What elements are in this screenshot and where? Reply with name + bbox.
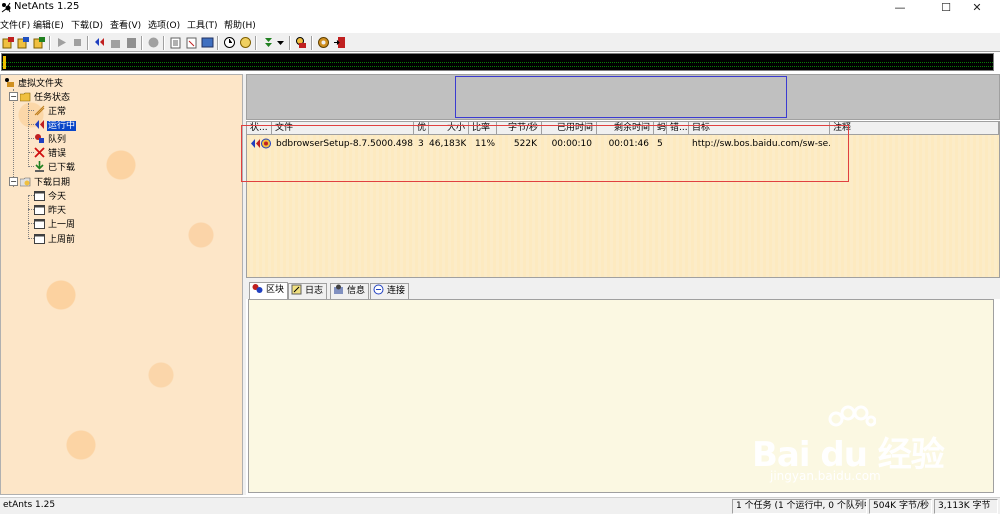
date-group-expander[interactable]: −	[9, 177, 18, 186]
tree-item-normal[interactable]: 正常	[34, 104, 67, 117]
blue-annotation-box	[455, 76, 787, 118]
menu-file[interactable]: 文件(F)	[0, 18, 30, 31]
view-icon[interactable]	[201, 36, 214, 49]
open-file-icon[interactable]	[169, 36, 182, 49]
tab-connection[interactable]: 连接	[370, 283, 410, 299]
status-group-expander[interactable]: −	[9, 92, 18, 101]
stop-icon[interactable]	[71, 36, 84, 49]
menu-tools[interactable]: 工具(T)	[187, 18, 218, 31]
tree-root[interactable]: 虚拟文件夹	[4, 76, 64, 89]
toolbar-separator	[255, 36, 257, 50]
toolbar	[0, 32, 1000, 52]
drop-zone	[246, 74, 1000, 120]
dropdown-icon[interactable]	[276, 36, 285, 49]
toolbar-separator	[311, 36, 313, 50]
tree-item-before-last-week[interactable]: 上周前	[34, 232, 76, 245]
log-icon	[291, 284, 302, 295]
tree-item-error[interactable]: 错误	[34, 146, 67, 159]
status-total: 3,113K 字节	[934, 499, 998, 514]
tree-item-queue[interactable]: 队列	[34, 132, 67, 145]
tree-item-last-week[interactable]: 上一周	[34, 217, 76, 230]
import-icon[interactable]	[33, 36, 46, 49]
downloaded-icon	[35, 161, 44, 172]
baidu-jingyan-watermark: Bai du 经验 jingyan.baidu.com	[752, 405, 992, 489]
calendar-icon	[34, 219, 45, 229]
toolbar-separator	[163, 36, 165, 50]
tree-item-yesterday[interactable]: 昨天	[34, 203, 67, 216]
connection-icon	[373, 284, 384, 295]
toolbar-separator	[217, 36, 219, 50]
open-folder-icon[interactable]	[185, 36, 198, 49]
tree-item-downloaded[interactable]: 已下载	[34, 160, 76, 173]
manager-icon[interactable]	[295, 36, 308, 49]
options-icon[interactable]	[317, 36, 330, 49]
watermark-url: jingyan.baidu.com	[770, 469, 881, 483]
window-title: NetAnts 1.25	[14, 1, 80, 12]
tab-blocks[interactable]: 区块	[249, 282, 289, 299]
close-button[interactable]: ✕	[954, 0, 1000, 15]
toolbar-separator	[141, 36, 143, 50]
status-bar: etAnts 1.25 1 个任务 (1 个运行中, 0 个队列中) 504K …	[0, 497, 1000, 514]
calendar-icon	[34, 234, 45, 244]
move-icon[interactable]	[93, 36, 106, 49]
toolbar-separator	[289, 36, 291, 50]
red-annotation-box	[241, 125, 849, 182]
graph-gridline	[2, 62, 993, 63]
date-folder-icon	[20, 177, 31, 187]
menu-bar: 文件(F) 编辑(E) 下载(D) 查看(V) 选项(O) 工具(T) 帮助(H…	[0, 16, 1000, 32]
detail-tabs: 区块 日志 信息 连接	[246, 282, 1000, 299]
info-icon	[334, 284, 343, 294]
folder-tree: 虚拟文件夹 − 任务状态 正常 运行中 队列 错误 已下载 − 下载日期 今天 …	[0, 74, 243, 495]
netants-app-icon	[1, 2, 11, 13]
start-icon[interactable]	[55, 36, 68, 49]
new-download-icon[interactable]	[2, 36, 15, 49]
properties-icon[interactable]	[125, 36, 138, 49]
add-batch-icon[interactable]	[17, 36, 30, 49]
blocks-icon	[252, 284, 263, 293]
folder-icon	[20, 92, 31, 102]
menu-options[interactable]: 选项(O)	[148, 18, 180, 31]
tree-date-group[interactable]: 下载日期	[20, 175, 71, 188]
exit-icon[interactable]	[333, 36, 346, 49]
menu-view[interactable]: 查看(V)	[110, 18, 141, 31]
recycle-icon[interactable]	[147, 36, 160, 49]
title-bar: NetAnts 1.25 — ☐ ✕	[0, 0, 1000, 15]
tab-log[interactable]: 日志	[288, 283, 328, 299]
tree-status-group[interactable]: 任务状态	[20, 90, 71, 103]
tree-item-running[interactable]: 运行中	[34, 118, 77, 131]
schedule-icon[interactable]	[223, 36, 236, 49]
minimize-button[interactable]: —	[877, 0, 923, 15]
status-speed: 504K 字节/秒	[869, 499, 932, 514]
normal-icon	[34, 105, 45, 116]
col-header-note[interactable]: 注释	[830, 122, 999, 135]
menu-download[interactable]: 下载(D)	[71, 18, 103, 31]
speed-icon[interactable]	[239, 36, 252, 49]
tree-item-today[interactable]: 今天	[34, 189, 67, 202]
error-icon	[34, 147, 45, 158]
graph-marker	[3, 56, 6, 69]
running-icon	[35, 120, 44, 129]
speed-graph	[1, 53, 994, 71]
graph-gridline	[2, 66, 993, 67]
virtual-folder-icon	[5, 78, 14, 87]
tab-info[interactable]: 信息	[330, 283, 370, 299]
menu-help[interactable]: 帮助(H)	[224, 18, 256, 31]
delete-icon[interactable]	[109, 36, 122, 49]
calendar-icon	[34, 191, 45, 201]
menu-edit[interactable]: 编辑(E)	[33, 18, 64, 31]
ants-icon[interactable]	[262, 36, 275, 49]
toolbar-separator	[87, 36, 89, 50]
status-tasks: 1 个任务 (1 个运行中, 0 个队列中)	[732, 499, 867, 514]
status-app: etAnts 1.25	[3, 500, 56, 510]
calendar-icon	[34, 205, 45, 215]
toolbar-separator	[49, 36, 51, 50]
queue-icon	[35, 134, 44, 143]
